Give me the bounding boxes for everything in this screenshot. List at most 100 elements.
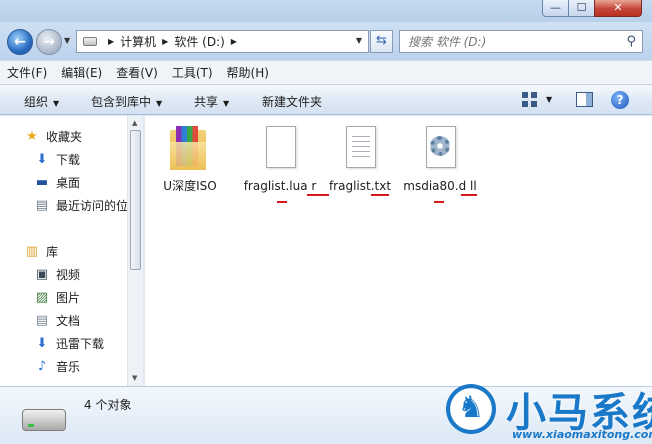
nav-item-documents[interactable]: ▤ 文档 <box>0 310 127 330</box>
help-icon[interactable]: ? <box>611 91 629 109</box>
nav-favorites[interactable]: ★ 收藏夹 <box>0 126 127 146</box>
minimize-button[interactable]: — <box>542 0 569 17</box>
navigation-row: ← → ▼ ▶ 计算机 ▶ 软件 (D:) ▶ ▼ ⇆ ⚲ <box>0 22 652 60</box>
menu-file[interactable]: 文件(F) <box>7 64 47 81</box>
scrollbar-thumb[interactable] <box>130 130 141 270</box>
library-icon: ▥ <box>25 243 39 259</box>
annotation-underline <box>371 194 389 196</box>
file-name: msdia80.d ll <box>403 179 477 193</box>
annotation-underline <box>434 201 444 203</box>
nav-scrollbar[interactable]: ▲ ▼ <box>127 116 143 386</box>
nav-item-downloads[interactable]: ⬇ 下载 <box>0 149 127 169</box>
maximize-button[interactable]: ☐ <box>568 0 595 17</box>
nav-item-music[interactable]: ♪ 音乐 <box>0 356 127 376</box>
search-input[interactable] <box>400 31 610 52</box>
item-count: 4 个对象 <box>84 398 132 412</box>
search-box[interactable]: ⚲ <box>399 30 643 53</box>
search-icon[interactable]: ⚲ <box>626 34 636 49</box>
recent-places-icon: ▤ <box>35 197 49 213</box>
include-in-library-label: 包含到库中 <box>91 95 152 109</box>
nav-item-label: 音乐 <box>56 359 81 374</box>
horse-logo-icon: ♞ <box>446 384 496 434</box>
address-dropdown-icon[interactable]: ▼ <box>356 36 362 45</box>
nav-item-recent-places[interactable]: ▤ 最近访问的位置 <box>0 195 127 215</box>
chevron-down-icon: ▼ <box>53 99 60 108</box>
watermark: ♞ 小马系统 www.xiaomaxitong.com <box>438 374 652 444</box>
drive-icon <box>22 409 66 431</box>
star-icon: ★ <box>26 128 38 144</box>
share-button[interactable]: 共享 ▼ <box>194 93 229 110</box>
title-bar: — ☐ ✕ <box>0 0 652 22</box>
annotation-underline <box>277 201 287 203</box>
nav-item-label: 桌面 <box>56 175 81 190</box>
blank-file-icon <box>256 124 304 172</box>
video-icon: ▣ <box>35 266 49 282</box>
include-in-library-button[interactable]: 包含到库中 ▼ <box>91 93 162 110</box>
nav-item-label: 迅雷下载 <box>56 336 105 351</box>
breadcrumb-computer[interactable]: 计算机 <box>120 33 156 50</box>
recent-pages-dropdown[interactable]: ▼ <box>64 36 70 45</box>
nav-item-videos[interactable]: ▣ 视频 <box>0 264 127 284</box>
file-item-msdia80-dll[interactable]: msdia80.d ll <box>399 124 481 195</box>
desktop-icon: ▬ <box>35 174 49 190</box>
address-bar[interactable]: ▶ 计算机 ▶ 软件 (D:) ▶ ▼ <box>76 30 369 53</box>
navigation-pane: ★ 收藏夹 ⬇ 下载 ▬ 桌面 ▤ 最近访问的位置 ▥ 库 ▣ 视频 ▨ 图片 … <box>0 116 143 386</box>
organize-label: 组织 <box>24 95 49 109</box>
menu-tools[interactable]: 工具(T) <box>172 64 213 81</box>
scroll-down-icon[interactable]: ▼ <box>132 374 137 382</box>
picture-icon: ▨ <box>35 289 49 305</box>
breadcrumb-separator-icon[interactable]: ▶ <box>108 37 114 46</box>
back-button[interactable]: ← <box>7 29 33 55</box>
file-item-fraglist-txt[interactable]: fraglist.txt <box>319 124 401 195</box>
document-icon: ▤ <box>35 312 49 328</box>
watermark-url: www.xiaomaxitong.com <box>512 428 652 441</box>
menu-view[interactable]: 查看(V) <box>116 64 158 81</box>
command-bar: 组织 ▼ 包含到库中 ▼ 共享 ▼ 新建文件夹 ▼ ? <box>0 84 652 115</box>
drive-icon <box>83 37 97 46</box>
music-icon: ♪ <box>37 358 47 374</box>
arrow-left-icon: ← <box>14 34 26 50</box>
new-folder-button[interactable]: 新建文件夹 <box>262 93 322 110</box>
nav-item-thunder-downloads[interactable]: ⬇ 迅雷下载 <box>0 333 127 353</box>
dll-file-icon <box>416 124 464 172</box>
nav-item-label: 最近访问的位置 <box>56 198 127 213</box>
file-item-udeep-iso[interactable]: U深度ISO <box>149 124 231 195</box>
menu-edit[interactable]: 编辑(E) <box>61 64 102 81</box>
nav-item-label: 下载 <box>56 152 81 167</box>
nav-libraries[interactable]: ▥ 库 <box>0 241 127 261</box>
close-button[interactable]: ✕ <box>594 0 642 17</box>
annotation-underline <box>307 194 329 196</box>
change-view-icon[interactable] <box>522 92 538 107</box>
archive-folder-icon <box>166 124 214 172</box>
nav-item-label: 文档 <box>56 313 81 328</box>
refresh-button[interactable]: ⇆ <box>370 30 393 53</box>
text-file-icon <box>336 124 384 172</box>
share-label: 共享 <box>194 95 219 109</box>
file-item-fraglist-lua[interactable]: fraglist.lua r <box>239 124 321 195</box>
file-name: fraglist.lua r <box>243 179 317 193</box>
menu-bar: 文件(F) 编辑(E) 查看(V) 工具(T) 帮助(H) <box>0 60 652 84</box>
nav-libraries-label: 库 <box>46 244 59 259</box>
breadcrumb-separator-icon[interactable]: ▶ <box>162 37 168 46</box>
nav-favorites-label: 收藏夹 <box>46 129 83 144</box>
nav-item-pictures[interactable]: ▨ 图片 <box>0 287 127 307</box>
forward-button[interactable]: → <box>36 29 62 55</box>
nav-item-label: 视频 <box>56 267 81 282</box>
preview-pane-icon[interactable] <box>576 92 593 107</box>
organize-button[interactable]: 组织 ▼ <box>24 93 59 110</box>
arrow-right-icon: → <box>43 34 55 50</box>
nav-item-desktop[interactable]: ▬ 桌面 <box>0 172 127 192</box>
thunder-download-icon: ⬇ <box>36 335 48 351</box>
breadcrumb-separator-icon[interactable]: ▶ <box>231 37 237 46</box>
annotation-underline <box>461 194 477 196</box>
view-options-dropdown[interactable]: ▼ <box>546 95 552 104</box>
file-name: fraglist.txt <box>328 179 392 193</box>
menu-help[interactable]: 帮助(H) <box>227 64 269 81</box>
scroll-up-icon[interactable]: ▲ <box>132 119 137 127</box>
refresh-icon: ⇆ <box>376 33 387 48</box>
nav-item-label: 图片 <box>56 290 81 305</box>
downloads-folder-icon: ⬇ <box>36 151 48 167</box>
breadcrumb-drive-d[interactable]: 软件 (D:) <box>174 33 224 50</box>
file-list: U深度ISO fraglist.lua r fraglist.txt msdia… <box>144 116 652 386</box>
chevron-down-icon: ▼ <box>223 99 230 108</box>
